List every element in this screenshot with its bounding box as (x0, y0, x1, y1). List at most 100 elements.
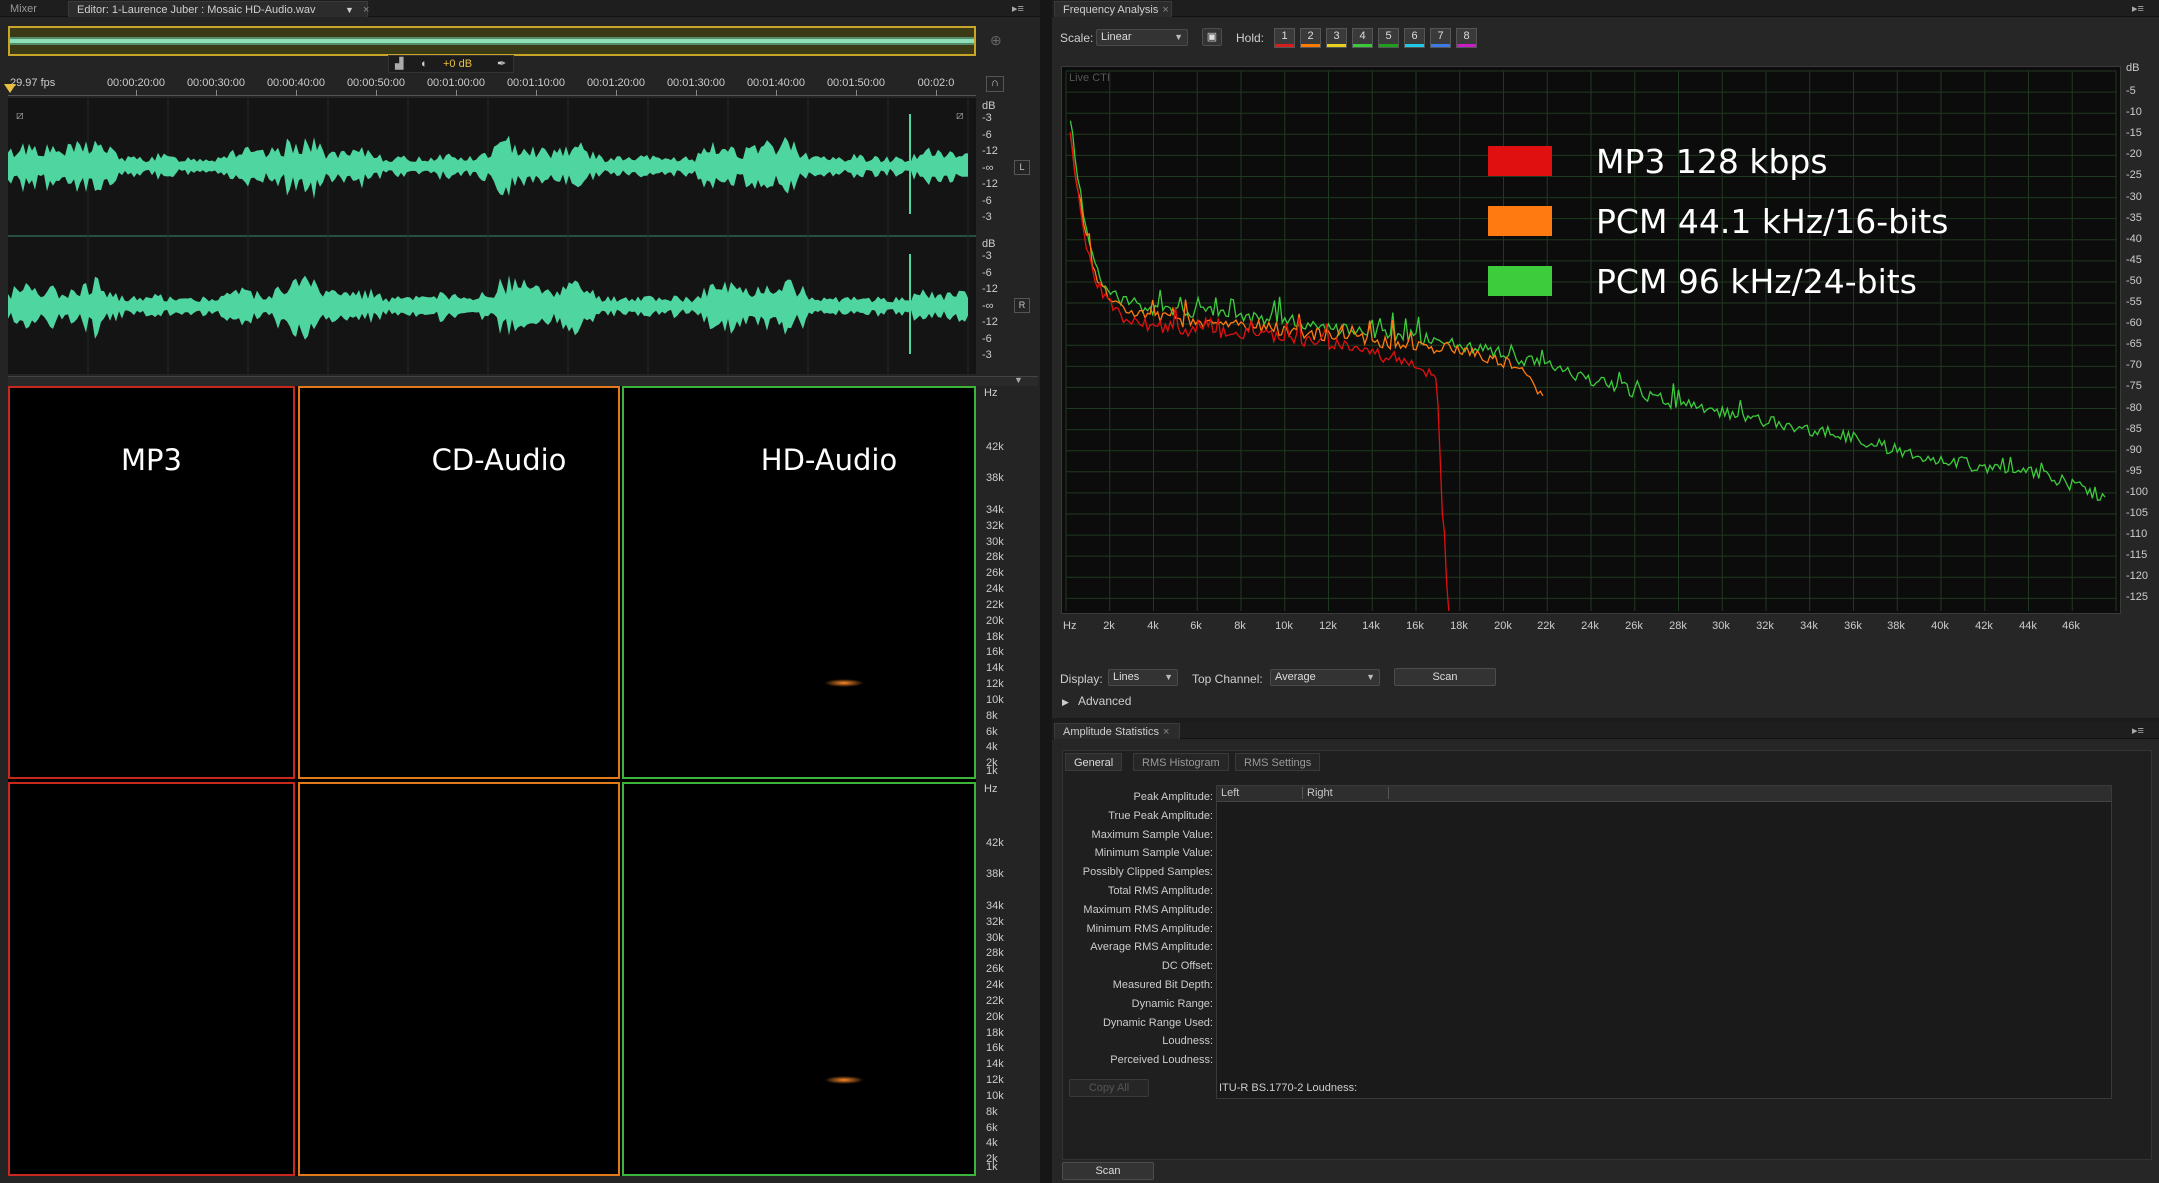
hold-button-label: 5 (1385, 30, 1392, 42)
hz-tick: 24k (986, 979, 1004, 991)
tab-frequency-analysis[interactable]: Frequency Analysis × (1054, 1, 1172, 17)
overview-strip[interactable] (8, 26, 976, 56)
x-tick-label: 42k (1975, 620, 1993, 632)
volume-knob-icon[interactable]: ◐ (421, 56, 428, 72)
stat-label: True Peak Amplitude: (1108, 809, 1213, 822)
frequency-chart[interactable] (1062, 67, 2122, 615)
x-tick-label: 12k (1319, 620, 1337, 632)
panel-menu-icon[interactable]: ▸≡ (1012, 2, 1024, 15)
close-icon[interactable]: × (1162, 4, 1168, 16)
fps-label: 29.97 fps (10, 77, 56, 89)
db-tick: -12 (982, 145, 998, 157)
hz-tick: 12k (986, 1074, 1004, 1086)
hz-tick: 16k (986, 1042, 1004, 1054)
hz-tick: 10k (986, 694, 1004, 706)
time-tick-mark (856, 90, 857, 96)
display-select[interactable]: Lines ▼ (1108, 669, 1178, 686)
time-tick-label: 00:01:00:00 (426, 77, 486, 89)
tab-mixer[interactable]: Mixer (2, 1, 45, 17)
panel-menu-icon[interactable]: ▸≡ (2132, 724, 2144, 737)
pane-divider[interactable] (1040, 0, 1052, 1183)
x-tick-label: 6k (1190, 620, 1202, 632)
zoom-corner-icon[interactable]: ⧄ (16, 108, 24, 123)
copy-all-label: Copy All (1088, 1082, 1130, 1094)
spectrogram-label: HD-Audio (760, 443, 898, 477)
hold-button-label: 8 (1463, 30, 1470, 42)
left-tabbar: Mixer Editor: 1-Laurence Juber : Mosaic … (0, 0, 1040, 17)
pin-icon[interactable]: ✒ (497, 56, 506, 72)
y-tick-label: -70 (2126, 359, 2142, 371)
scale-select[interactable]: Linear ▼ (1096, 29, 1188, 46)
hz-tick: 8k (986, 710, 998, 722)
volume-hud[interactable]: ▟ ◐ +0 dB ✒ (388, 55, 514, 73)
hold-button-4[interactable]: 4 (1352, 28, 1373, 48)
frequency-panel: Frequency Analysis × ▸≡ Scale: Linear ▼ ▣ … (1052, 0, 2159, 718)
tab-amplitude-statistics[interactable]: Amplitude Statistics × (1054, 723, 1180, 739)
subtab-rms-histogram[interactable]: RMS Histogram (1133, 753, 1229, 771)
hz-tick: 32k (986, 916, 1004, 928)
legend-swatch (1488, 146, 1552, 176)
hold-button-8[interactable]: 8 (1456, 28, 1477, 48)
db-tick: -6 (982, 194, 992, 207)
stat-label: DC Offset: (1161, 960, 1213, 973)
chevron-down-icon: ▼ (1174, 32, 1183, 42)
zoom-icon[interactable]: ⊕ (990, 32, 1002, 49)
waveform-area[interactable]: ⧄ ⧄ (8, 98, 976, 374)
expand-icon[interactable]: ▶ (1062, 697, 1069, 708)
spectrogram-section: CD-Audio (298, 386, 620, 779)
stat-label: Average RMS Amplitude: (1090, 941, 1213, 954)
timeline-ruler[interactable]: 29.97 fps 00:00:20:00 00:00:30:00 00:00:40… (4, 74, 976, 96)
close-icon[interactable]: × (1163, 726, 1169, 738)
amp-scan-button[interactable]: Scan (1062, 1162, 1154, 1180)
snapshot-button[interactable]: ▣ (1202, 28, 1222, 46)
time-tick-mark (536, 90, 537, 96)
file-dropdown-icon[interactable]: ▼ (345, 2, 354, 18)
right-channel-badge[interactable]: R (1014, 298, 1030, 313)
amp-tabbar: Amplitude Statistics × ▸≡ (1052, 722, 2159, 739)
split-divider[interactable]: ▼ (8, 375, 1038, 386)
hold-button-5[interactable]: 5 (1378, 28, 1399, 48)
scale-value: Linear (1101, 31, 1132, 43)
hz-tick: 30k (986, 536, 1004, 548)
copy-all-button[interactable]: Copy All (1069, 1079, 1149, 1097)
headphones-icon[interactable]: ∩ (986, 76, 1004, 92)
collapse-icon[interactable]: ▼ (1014, 375, 1023, 385)
hold-button-3[interactable]: 3 (1326, 28, 1347, 48)
x-tick-label: 16k (1406, 620, 1424, 632)
db-tick: -3 (982, 250, 992, 262)
spectrogram-gap (410, 525, 416, 762)
spectrogram-gap (802, 486, 814, 762)
tab-editor[interactable]: Editor: 1-Laurence Juber : Mosaic HD-Aud… (68, 1, 369, 18)
hz-tick: 1k (986, 765, 998, 777)
spectral-display[interactable]: MP3 CD-Audio HD-Audio (8, 386, 976, 1176)
panel-menu-icon[interactable]: ▸≡ (2132, 2, 2144, 15)
hold-color-bar (1327, 44, 1346, 47)
stat-label: Maximum Sample Value: (1091, 828, 1213, 841)
time-tick-label: 00:01:20:00 (586, 77, 646, 89)
left-channel-badge[interactable]: L (1014, 160, 1030, 175)
spectrogram-section: MP3 (8, 386, 295, 779)
top-channel-label: Top Channel: (1192, 672, 1263, 686)
hold-button-2[interactable]: 2 (1300, 28, 1321, 48)
top-channel-select[interactable]: Average ▼ (1270, 669, 1380, 686)
series-line (1069, 120, 2106, 501)
hold-button-label: 7 (1437, 30, 1444, 42)
playhead-icon[interactable] (4, 84, 16, 93)
hold-button-1[interactable]: 1 (1274, 28, 1295, 48)
volume-value[interactable]: +0 dB (443, 56, 472, 72)
hold-button-6[interactable]: 6 (1404, 28, 1425, 48)
hz-tick: 30k (986, 932, 1004, 944)
subtab-rms-settings[interactable]: RMS Settings (1235, 753, 1321, 771)
hz-tick: 42k (986, 837, 1004, 849)
subtab-general[interactable]: General (1065, 753, 1123, 771)
hold-button-7[interactable]: 7 (1430, 28, 1451, 48)
stats-table: Left Right (1216, 785, 2112, 1099)
right-channel-label: R (1018, 300, 1026, 310)
advanced-label[interactable]: Advanced (1078, 694, 1131, 708)
hz-tick: 16k (986, 646, 1004, 658)
freq-scan-button[interactable]: Scan (1394, 668, 1496, 686)
column-right: Right (1307, 787, 1389, 799)
hz-tick: 28k (986, 947, 1004, 959)
close-icon[interactable]: × (363, 2, 369, 18)
zoom-corner-right-icon[interactable]: ⧄ (956, 108, 964, 123)
